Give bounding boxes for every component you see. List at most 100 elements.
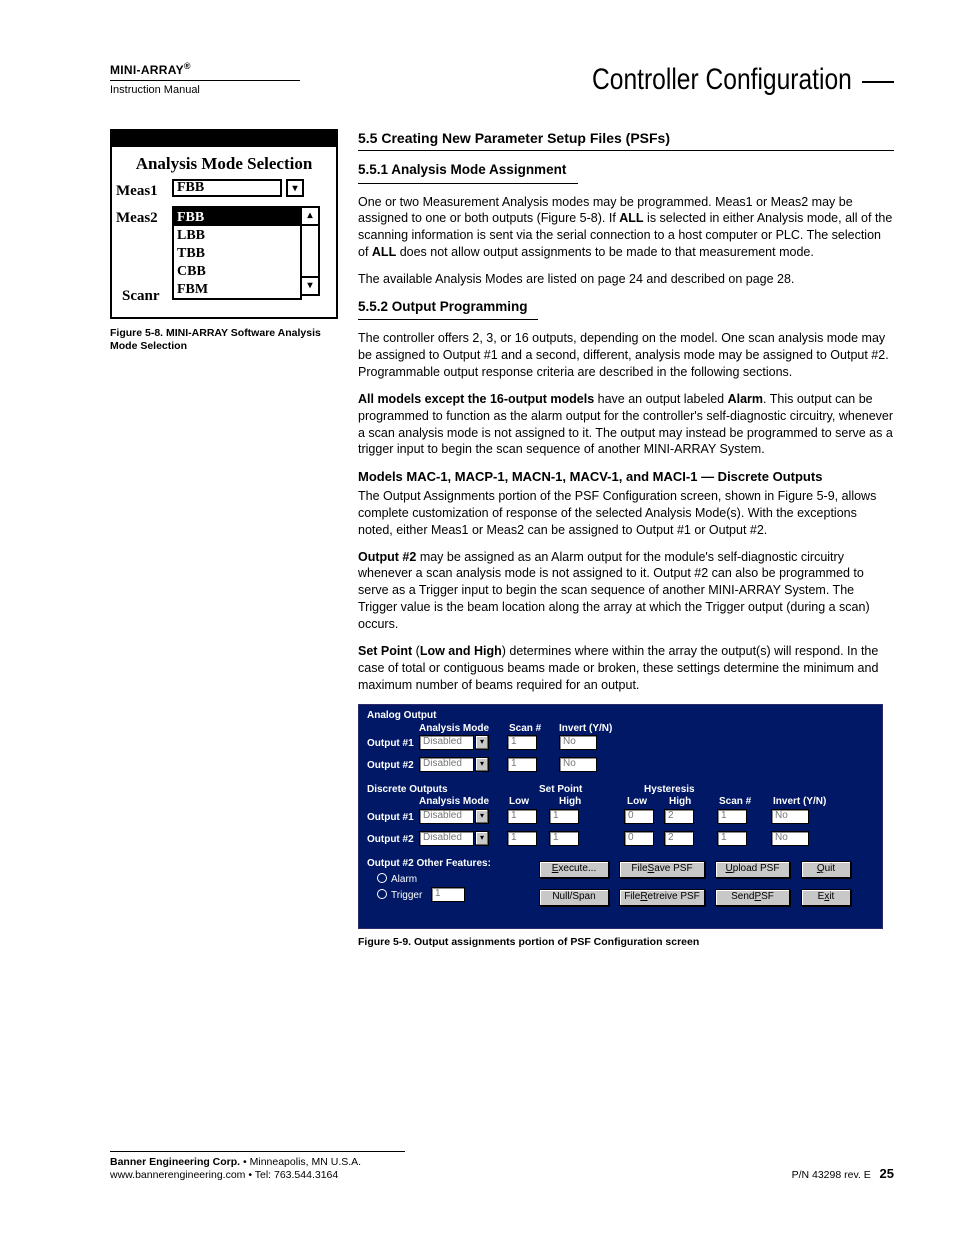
col-analysis-mode: Analysis Mode bbox=[419, 722, 489, 736]
product-text: MINI-ARRAY bbox=[110, 63, 184, 77]
dropdown-icon[interactable]: ▾ bbox=[475, 757, 489, 772]
other-features-label: Output #2 Other Features: bbox=[367, 857, 491, 871]
fig8-title: Analysis Mode Selection bbox=[112, 147, 336, 180]
do-out2-scan[interactable]: 1 bbox=[717, 831, 747, 846]
scroll-up-icon[interactable]: ▴ bbox=[302, 208, 318, 226]
list-item[interactable]: CBB bbox=[174, 262, 300, 280]
page-header: MINI-ARRAY® Instruction Manual Controlle… bbox=[110, 60, 894, 101]
do-out2-high[interactable]: 1 bbox=[549, 831, 579, 846]
do-out1-hlow[interactable]: 0 bbox=[624, 809, 654, 824]
do-out2-hlow[interactable]: 0 bbox=[624, 831, 654, 846]
bold: All models except the 16-output models bbox=[358, 392, 594, 406]
do-out1-scan[interactable]: 1 bbox=[717, 809, 747, 824]
header-left: MINI-ARRAY® Instruction Manual bbox=[110, 60, 300, 98]
alarm-radio[interactable] bbox=[377, 873, 387, 883]
figure-5-9-dialog: Analog Output Analysis Mode Scan # Inver… bbox=[358, 704, 883, 929]
list-item[interactable]: LBB bbox=[174, 226, 300, 244]
figure-5-8-caption: Figure 5-8. MINI-ARRAY Software Analysis… bbox=[110, 327, 340, 354]
send-psf-button[interactable]: Send PSF bbox=[715, 889, 790, 906]
col-analysis-mode2: Analysis Mode bbox=[419, 795, 489, 809]
file-retrieve-psf-button[interactable]: File Retreive PSF bbox=[619, 889, 705, 906]
execute-button[interactable]: Execute... bbox=[539, 861, 609, 878]
meas1-dropdown-button[interactable]: ▾ bbox=[286, 179, 304, 197]
ao-out1-mode[interactable]: Disabled bbox=[419, 735, 474, 750]
para-552-3: The Output Assignments portion of the PS… bbox=[358, 488, 894, 539]
footer-left: Banner Engineering Corp. • Minneapolis, … bbox=[110, 1156, 361, 1183]
col-scan2: Scan # bbox=[719, 795, 751, 809]
col-high1: High bbox=[559, 795, 581, 809]
col-low2: Low bbox=[627, 795, 647, 809]
quit-button[interactable]: Quit bbox=[801, 861, 851, 878]
col-invert2: Invert (Y/N) bbox=[773, 795, 826, 809]
ao-out2-scan[interactable]: 1 bbox=[507, 757, 537, 772]
do-out1-high[interactable]: 1 bbox=[549, 809, 579, 824]
do-out1-hhigh[interactable]: 2 bbox=[664, 809, 694, 824]
col-invert: Invert (Y/N) bbox=[559, 722, 612, 736]
do-out2-low[interactable]: 1 bbox=[507, 831, 537, 846]
trigger-radio[interactable] bbox=[377, 889, 387, 899]
alarm-label: Alarm bbox=[391, 873, 417, 887]
fig9-analog-title: Analog Output bbox=[367, 709, 436, 723]
list-item[interactable]: FBB bbox=[174, 208, 300, 226]
col-low1: Low bbox=[509, 795, 529, 809]
para-551-2: The available Analysis Modes are listed … bbox=[358, 271, 894, 288]
ao-out1-label: Output #1 bbox=[367, 737, 414, 751]
dropdown-icon[interactable]: ▾ bbox=[475, 735, 489, 750]
content-columns: Analysis Mode Selection Meas1 FBB ▾ Meas… bbox=[110, 129, 894, 949]
ao-out2-invert[interactable]: No bbox=[559, 757, 597, 772]
fig8-titlebar bbox=[112, 131, 336, 147]
do-out1-low[interactable]: 1 bbox=[507, 809, 537, 824]
bold: ALL bbox=[619, 211, 643, 225]
section-5-5-heading: 5.5 Creating New Parameter Setup Files (… bbox=[358, 129, 894, 152]
scanr-label: Scanr bbox=[122, 286, 160, 306]
company-name: Banner Engineering Corp. bbox=[110, 1156, 240, 1168]
page-number: 25 bbox=[880, 1166, 894, 1181]
ao-out2-label: Output #2 bbox=[367, 759, 414, 773]
meas1-value[interactable]: FBB bbox=[172, 179, 282, 197]
dropdown-icon[interactable]: ▾ bbox=[475, 809, 489, 824]
do-out2-hhigh[interactable]: 2 bbox=[664, 831, 694, 846]
header-right: Controller Configuration bbox=[535, 60, 894, 101]
page-footer: Banner Engineering Corp. • Minneapolis, … bbox=[110, 1151, 894, 1183]
header-dash bbox=[862, 81, 894, 83]
list-item[interactable]: TBB bbox=[174, 244, 300, 262]
do-out2-mode[interactable]: Disabled bbox=[419, 831, 474, 846]
list-item[interactable]: FBM bbox=[174, 280, 300, 298]
company-contact: www.bannerengineering.com • Tel: 763.544… bbox=[110, 1169, 361, 1183]
scroll-down-icon[interactable]: ▾ bbox=[302, 276, 318, 294]
ao-out2-mode[interactable]: Disabled bbox=[419, 757, 474, 772]
scrollbar[interactable]: ▴ ▾ bbox=[302, 206, 320, 296]
text: ( bbox=[412, 644, 420, 658]
meas1-label: Meas1 bbox=[116, 179, 172, 201]
models-heading: Models MAC-1, MACP-1, MACN-1, MACV-1, an… bbox=[358, 468, 894, 486]
chapter-title: Controller Configuration bbox=[592, 60, 852, 101]
figure-5-8-dialog: Analysis Mode Selection Meas1 FBB ▾ Meas… bbox=[110, 129, 338, 319]
right-column: 5.5 Creating New Parameter Setup Files (… bbox=[358, 129, 894, 949]
section-5-5-1-heading: 5.5.1 Analysis Mode Assignment bbox=[358, 161, 578, 182]
text: does not allow output assignments to be … bbox=[396, 245, 814, 259]
do-out2-label: Output #2 bbox=[367, 833, 414, 847]
part-number: P/N 43298 rev. E bbox=[792, 1169, 871, 1181]
exit-button[interactable]: Exit bbox=[801, 889, 851, 906]
ao-out1-invert[interactable]: No bbox=[559, 735, 597, 750]
reg-mark: ® bbox=[184, 61, 191, 71]
text: may be assigned as an Alarm output for t… bbox=[358, 550, 870, 632]
ao-out1-scan[interactable]: 1 bbox=[507, 735, 537, 750]
subsection-5-5-2: 5.5.2 Output Programming The controller … bbox=[358, 298, 894, 694]
null-span-button[interactable]: Null/Span bbox=[539, 889, 609, 906]
para-551-1: One or two Measurement Analysis modes ma… bbox=[358, 194, 894, 262]
subsection-5-5-1: 5.5.1 Analysis Mode Assignment One or tw… bbox=[358, 161, 894, 288]
meas2-dropdown-list[interactable]: FBB LBB TBB CBB FBM bbox=[172, 206, 302, 300]
do-out1-inv[interactable]: No bbox=[771, 809, 809, 824]
fig8-caption-text: Figure 5-8. MINI-ARRAY Software Analysis… bbox=[110, 327, 321, 353]
do-out1-mode[interactable]: Disabled bbox=[419, 809, 474, 824]
meas1-row: Meas1 FBB ▾ bbox=[112, 179, 336, 201]
trigger-value[interactable]: 1 bbox=[431, 887, 465, 902]
bold: Set Point bbox=[358, 644, 412, 658]
file-save-psf-button[interactable]: File Save PSF bbox=[619, 861, 705, 878]
col-scan-num: Scan # bbox=[509, 722, 541, 736]
do-out2-inv[interactable]: No bbox=[771, 831, 809, 846]
footer-row: Banner Engineering Corp. • Minneapolis, … bbox=[110, 1156, 894, 1183]
upload-psf-button[interactable]: Upload PSF bbox=[715, 861, 790, 878]
dropdown-icon[interactable]: ▾ bbox=[475, 831, 489, 846]
